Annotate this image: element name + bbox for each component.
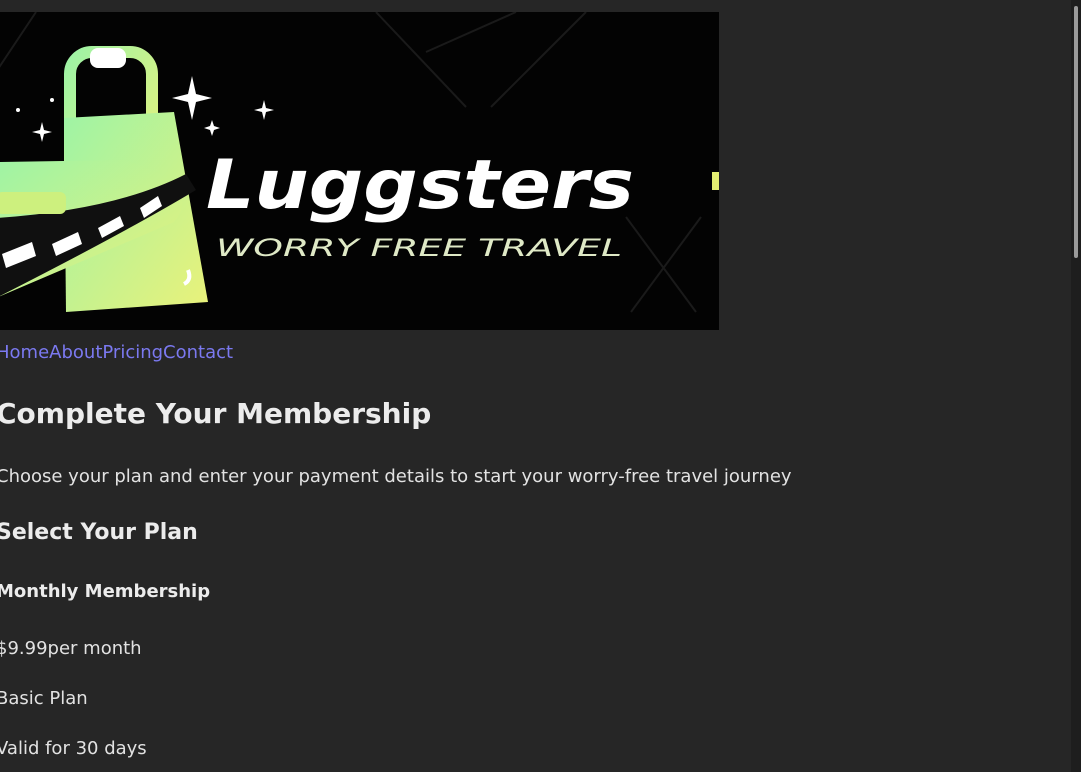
plan-name: Monthly Membership: [0, 581, 211, 602]
luggsters-logo-banner: Luggsters WORRY FREE TRAVEL: [0, 12, 719, 330]
plan-price-line: $9.99per month: [0, 637, 142, 661]
nav-link-home[interactable]: Home: [0, 342, 49, 363]
plan-tier: Basic Plan: [0, 688, 88, 709]
nav-link-contact[interactable]: Contact: [163, 342, 233, 363]
nav-link-pricing[interactable]: Pricing: [102, 342, 163, 363]
vertical-scrollbar[interactable]: [1071, 0, 1081, 772]
logo-edge-accent: [712, 172, 719, 190]
plan-validity: Valid for 30 days: [0, 738, 147, 759]
plan-period: per month: [47, 638, 142, 659]
membership-page: Luggsters WORRY FREE TRAVEL HomeAboutPri…: [0, 0, 1066, 772]
page-title: Complete Your Membership: [0, 397, 432, 430]
nav-link-about[interactable]: About: [49, 342, 102, 363]
main-nav: HomeAboutPricingContact: [0, 341, 233, 365]
scrollbar-thumb[interactable]: [1074, 6, 1078, 258]
logo-brand-text: Luggsters: [206, 146, 634, 225]
select-plan-heading: Select Your Plan: [0, 520, 198, 545]
plan-price: $9.99: [0, 638, 48, 659]
luggsters-logo: Luggsters WORRY FREE TRAVEL: [0, 12, 719, 330]
intro-text: Choose your plan and enter your payment …: [0, 466, 792, 487]
logo-tagline-text: WORRY FREE TRAVEL: [216, 234, 622, 262]
